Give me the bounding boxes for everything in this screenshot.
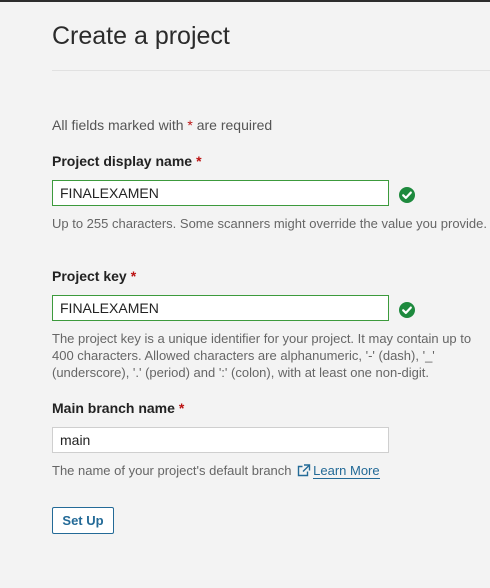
project-key-help: The project key is a unique identifier f… (52, 331, 472, 380)
required-star: * (178, 400, 185, 416)
display-name-label: Project display name * (52, 153, 202, 169)
main-branch-label-text: Main branch name (52, 400, 175, 416)
main-branch-label: Main branch name * (52, 400, 184, 416)
top-bar (0, 0, 490, 2)
check-circle-icon (399, 187, 415, 203)
display-name-input[interactable] (52, 180, 389, 206)
set-up-button[interactable]: Set Up (52, 507, 114, 534)
main-branch-help-text: The name of your project's default branc… (52, 463, 296, 478)
display-name-help: Up to 255 characters. Some scanners migh… (52, 216, 488, 231)
external-link-icon (297, 464, 311, 481)
required-note-suffix: are required (192, 117, 273, 133)
project-key-input[interactable] (52, 295, 389, 321)
check-circle-icon (399, 302, 415, 318)
main-branch-input[interactable] (52, 427, 389, 453)
required-star: * (196, 153, 202, 169)
divider (52, 70, 490, 71)
required-star: * (130, 268, 137, 284)
page-title: Create a project (52, 22, 230, 50)
required-fields-note: All fields marked with * are required (52, 117, 272, 133)
required-note-prefix: All fields marked with (52, 117, 188, 133)
main-branch-help: The name of your project's default branc… (52, 462, 490, 481)
project-key-label: Project key * (52, 268, 136, 284)
learn-more-link[interactable]: Learn More (313, 463, 380, 479)
project-key-label-text: Project key (52, 268, 127, 284)
display-name-label-text: Project display name (52, 153, 193, 169)
